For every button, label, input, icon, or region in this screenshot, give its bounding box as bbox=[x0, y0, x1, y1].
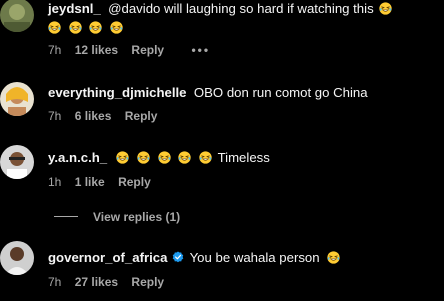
comment-meta: 7h 6 likes Reply bbox=[48, 109, 167, 123]
timestamp: 7h bbox=[48, 275, 62, 289]
timestamp: 7h bbox=[48, 109, 62, 123]
timestamp: 7h bbox=[48, 43, 62, 57]
username[interactable]: y.a.n.c.h_ bbox=[48, 150, 107, 165]
reply-button[interactable]: Reply bbox=[131, 43, 164, 57]
laughing-emoji-icon bbox=[69, 21, 82, 34]
laughing-emoji-icon bbox=[110, 21, 123, 34]
laughing-emoji-icon bbox=[137, 151, 150, 164]
verified-badge-icon bbox=[172, 251, 184, 263]
avatar[interactable] bbox=[0, 0, 34, 32]
comment-meta: 7h 12 likes Reply ••• bbox=[48, 43, 220, 57]
comment-body: Timeless bbox=[217, 150, 270, 165]
username[interactable]: governor_of_africa bbox=[48, 250, 167, 265]
laughing-emoji-icon bbox=[158, 151, 171, 164]
avatar[interactable] bbox=[0, 241, 34, 275]
avatar[interactable] bbox=[0, 82, 34, 116]
comment-text-continued bbox=[48, 18, 438, 37]
laughing-emoji-icon bbox=[327, 251, 340, 264]
timestamp: 1h bbox=[48, 175, 62, 189]
comment-text: y.a.n.c.h_ Timeless bbox=[48, 148, 438, 167]
likes-count[interactable]: 27 likes bbox=[75, 275, 118, 289]
laughing-emoji-icon bbox=[89, 21, 102, 34]
laughing-emoji-icon bbox=[48, 21, 61, 34]
laughing-emoji-icon bbox=[199, 151, 212, 164]
avatar[interactable] bbox=[0, 145, 34, 179]
comment-text: jeydsnl_ @davido will laughing so hard i… bbox=[48, 0, 438, 18]
more-options-icon[interactable]: ••• bbox=[191, 43, 210, 57]
username[interactable]: everything_djmichelle bbox=[48, 85, 187, 100]
view-replies-button[interactable]: View replies (1) bbox=[54, 210, 180, 224]
likes-count[interactable]: 1 like bbox=[75, 175, 105, 189]
likes-count[interactable]: 6 likes bbox=[75, 109, 112, 123]
likes-count[interactable]: 12 likes bbox=[75, 43, 118, 57]
comment-meta: 7h 27 likes Reply bbox=[48, 275, 174, 289]
reply-button[interactable]: Reply bbox=[131, 275, 164, 289]
username[interactable]: jeydsnl_ bbox=[48, 1, 101, 16]
comment-text: everything_djmichelle OBO don run comot … bbox=[48, 83, 438, 102]
comment-meta: 1h 1 like Reply bbox=[48, 175, 161, 189]
comment-body: You be wahala person bbox=[189, 250, 320, 265]
divider-line bbox=[54, 216, 78, 217]
comment-body: @davido will laughing so hard if watchin… bbox=[108, 1, 374, 16]
reply-button[interactable]: Reply bbox=[125, 109, 158, 123]
comment-text: governor_of_africa You be wahala person bbox=[48, 248, 438, 267]
reply-button[interactable]: Reply bbox=[118, 175, 151, 189]
laughing-emoji-icon bbox=[379, 2, 392, 15]
laughing-emoji-icon bbox=[178, 151, 191, 164]
view-replies-label: View replies (1) bbox=[93, 210, 181, 224]
comment-body: OBO don run comot go China bbox=[193, 85, 368, 100]
laughing-emoji-icon bbox=[116, 151, 129, 164]
